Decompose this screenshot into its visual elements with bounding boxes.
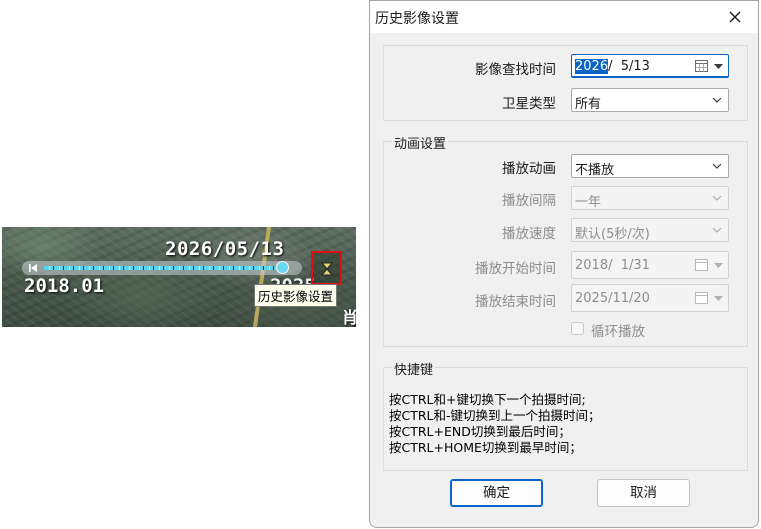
chevron-down-icon bbox=[712, 97, 722, 103]
cancel-button[interactable]: 取消 bbox=[597, 479, 690, 507]
play-animation-label: 播放动画 bbox=[502, 161, 556, 177]
play-animation-value: 不播放 bbox=[575, 163, 615, 178]
play-start-time-picker[interactable]: 2018/ 1/31 bbox=[571, 251, 729, 279]
close-button[interactable] bbox=[712, 1, 758, 33]
play-interval-value: 一年 bbox=[575, 195, 602, 210]
hotkey-list: 按CTRL和+键切换下一个拍摄时间; 按CTRL和-键切换到上一个拍摄时间； 按… bbox=[389, 392, 601, 456]
hotkey-group: 快捷键 按CTRL和+键切换下一个拍摄时间; 按CTRL和-键切换到上一个拍摄时… bbox=[383, 359, 748, 471]
satellite-type-label: 卫星类型 bbox=[502, 96, 556, 112]
imagery-date-rest: / 5/13 bbox=[608, 59, 650, 74]
dropdown-arrow-icon[interactable] bbox=[714, 64, 723, 69]
play-speed-value: 默认(5秒/次) bbox=[575, 227, 650, 242]
history-imagery-settings-button[interactable] bbox=[311, 251, 342, 285]
play-interval-label: 播放间隔 bbox=[502, 193, 556, 209]
imagery-date-year: 2026 bbox=[575, 59, 609, 74]
satellite-type-select[interactable]: 所有 bbox=[571, 88, 729, 112]
calendar-icon[interactable] bbox=[695, 259, 708, 271]
satellite-type-value: 所有 bbox=[575, 97, 602, 112]
hotkey-line: 按CTRL和-键切换到上一个拍摄时间； bbox=[389, 408, 601, 423]
hotkey-title: 快捷键 bbox=[392, 359, 436, 378]
hotkey-line: 按CTRL和+键切换下一个拍摄时间; bbox=[389, 392, 586, 407]
play-end-time-value: 2025/11/20 bbox=[575, 291, 650, 306]
timeline-slider-knob[interactable] bbox=[275, 261, 289, 274]
timeline-slider[interactable] bbox=[22, 261, 302, 275]
map-timeline-strip: 2026/05/13 2018.01 2025 历史影像设置 肖 bbox=[2, 227, 356, 327]
history-imagery-tooltip: 历史影像设置 bbox=[254, 284, 338, 307]
dialog-title: 历史影像设置 bbox=[375, 11, 459, 27]
play-end-time-label: 播放结束时间 bbox=[475, 294, 556, 310]
play-start-time-label: 播放开始时间 bbox=[475, 261, 556, 277]
imagery-date-label: 影像查找时间 bbox=[475, 62, 556, 78]
timeline-current-date: 2026/05/13 bbox=[165, 238, 285, 260]
chevron-down-icon bbox=[712, 227, 722, 233]
ok-button[interactable]: 确定 bbox=[450, 479, 543, 507]
animation-settings-title: 动画设置 bbox=[392, 133, 449, 152]
play-end-time-picker[interactable]: 2025/11/20 bbox=[571, 284, 729, 312]
hotkey-line: 按CTRL+END切换到最后时间； bbox=[389, 424, 571, 439]
calendar-icon[interactable] bbox=[695, 292, 708, 304]
chevron-down-icon bbox=[712, 195, 722, 201]
imagery-date-picker[interactable]: 2026/ 5/13 bbox=[571, 54, 729, 78]
dropdown-arrow-icon[interactable] bbox=[714, 296, 723, 301]
history-imagery-dialog: 历史影像设置 影像查找时间 2026/ 5/13 卫星类型 所有 动画设置 播放… bbox=[369, 0, 759, 528]
play-speed-label: 播放速度 bbox=[502, 226, 556, 242]
timeline-ticks bbox=[44, 266, 288, 270]
hourglass-icon bbox=[320, 262, 334, 276]
loop-playback-checkbox[interactable] bbox=[571, 322, 584, 335]
dropdown-arrow-icon[interactable] bbox=[714, 263, 723, 268]
close-icon bbox=[729, 11, 741, 23]
play-speed-select[interactable]: 默认(5秒/次) bbox=[571, 218, 729, 242]
hotkey-line: 按CTRL+HOME切换到最早时间； bbox=[389, 440, 582, 455]
play-animation-select[interactable]: 不播放 bbox=[571, 154, 729, 178]
timeline-start-date: 2018.01 bbox=[24, 275, 105, 297]
play-interval-select[interactable]: 一年 bbox=[571, 186, 729, 210]
skip-to-start-icon[interactable] bbox=[28, 263, 38, 273]
loop-playback-label: 循环播放 bbox=[591, 324, 645, 340]
play-start-time-value: 2018/ 1/31 bbox=[575, 258, 650, 273]
dialog-titlebar: 历史影像设置 bbox=[370, 1, 758, 33]
map-edge-label: 肖 bbox=[342, 308, 356, 327]
calendar-icon[interactable] bbox=[695, 60, 708, 72]
chevron-down-icon bbox=[712, 163, 722, 169]
